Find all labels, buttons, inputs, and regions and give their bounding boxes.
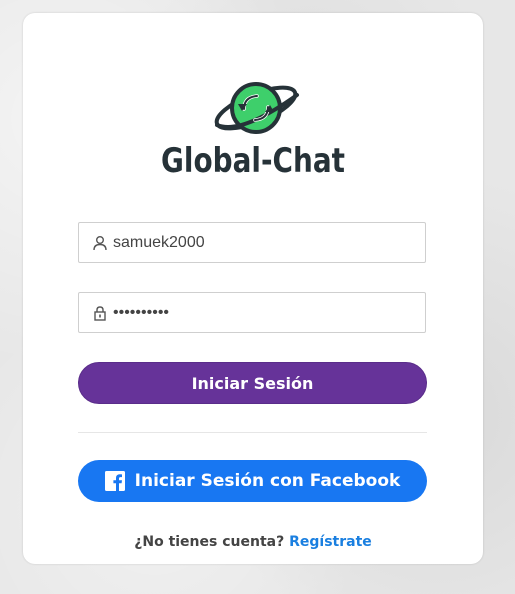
globe-sync-icon	[214, 82, 299, 134]
user-icon	[91, 234, 109, 252]
signup-line: ¿No tienes cuenta? Regístrate	[23, 534, 483, 550]
lock-icon	[91, 304, 109, 322]
password-field[interactable]	[78, 292, 426, 333]
divider	[78, 432, 427, 433]
login-button[interactable]: Iniciar Sesión	[78, 362, 427, 404]
login-card: Global-Chat Iniciar Sesión Iniciar Sesió…	[23, 13, 483, 564]
password-input[interactable]	[113, 303, 413, 322]
signup-link[interactable]: Regístrate	[289, 534, 372, 550]
facebook-login-label: Iniciar Sesión con Facebook	[134, 471, 401, 491]
brand-name: Global-Chat	[161, 141, 345, 181]
facebook-icon	[104, 471, 125, 491]
username-input[interactable]	[113, 233, 413, 252]
facebook-login-button[interactable]: Iniciar Sesión con Facebook	[78, 460, 427, 502]
username-field[interactable]	[78, 222, 426, 263]
signup-prompt: ¿No tienes cuenta?	[134, 534, 285, 550]
